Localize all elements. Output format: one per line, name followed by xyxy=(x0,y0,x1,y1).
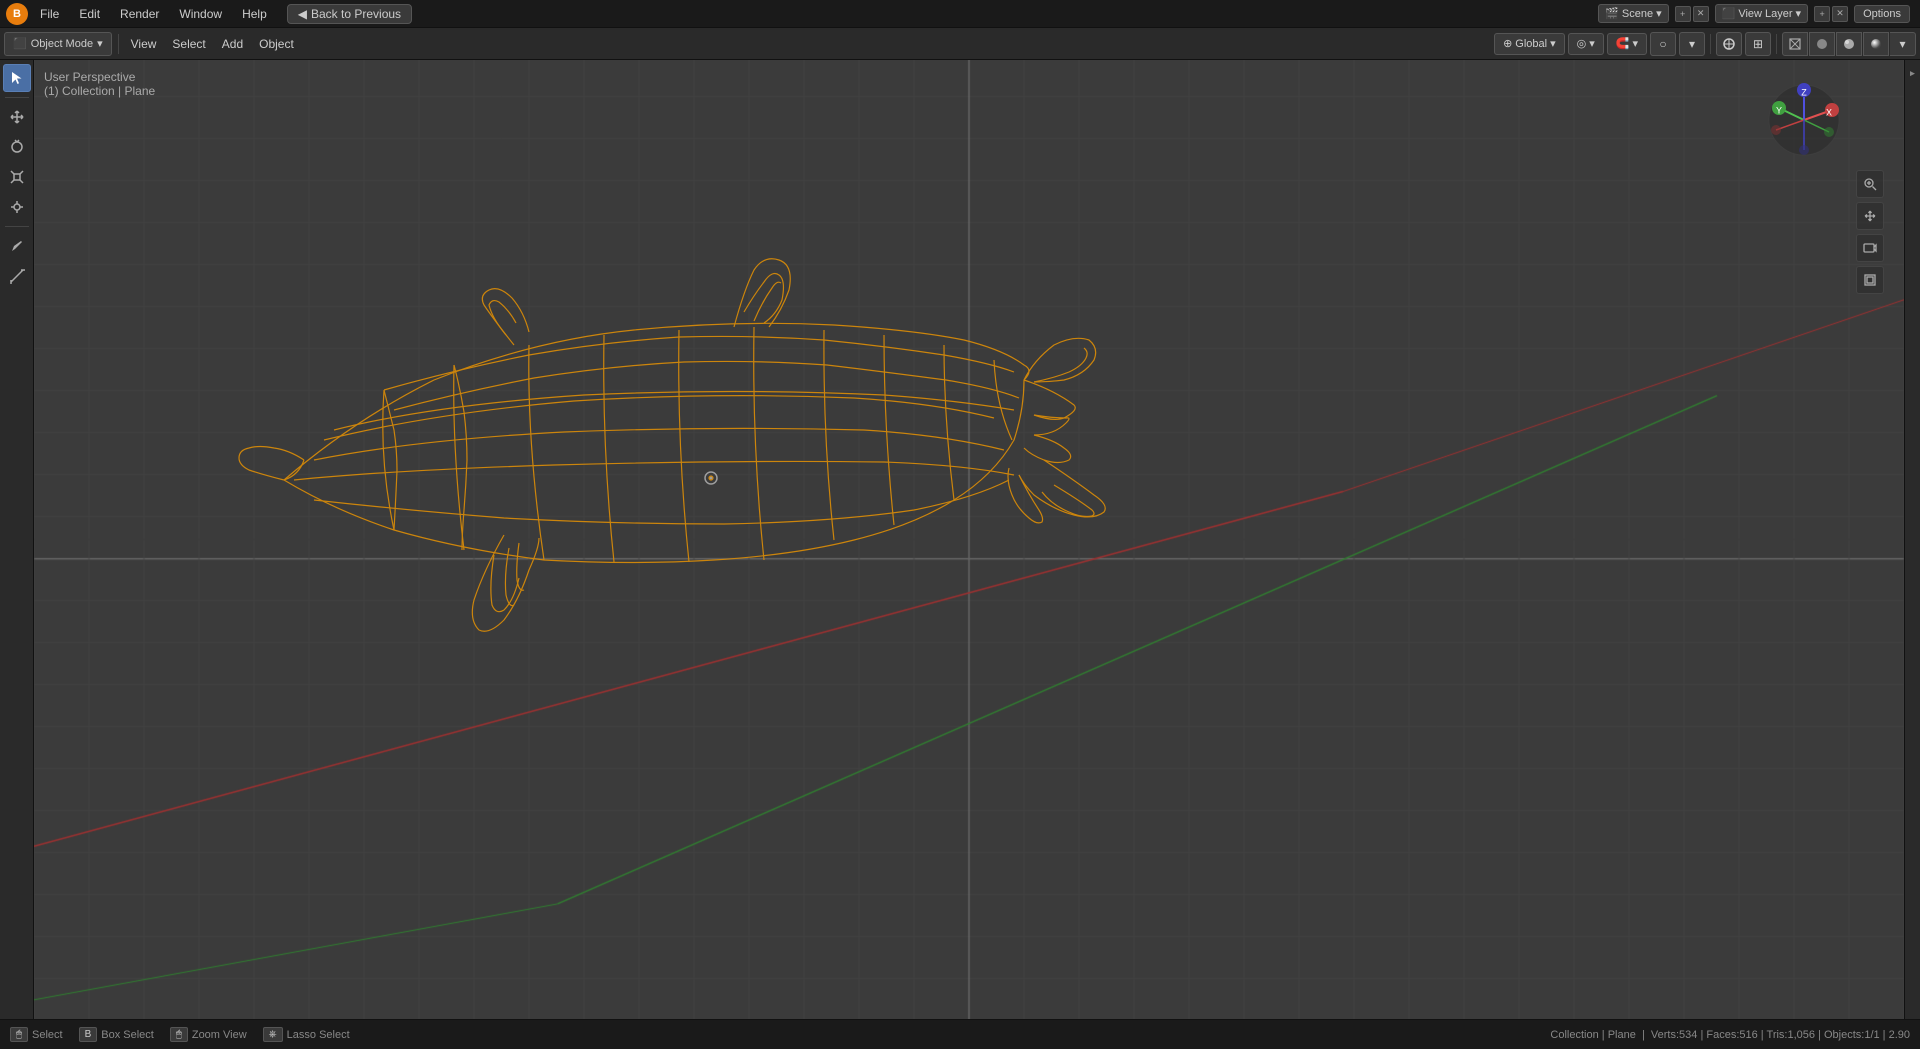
zoom-view-status: 🖱 Zoom View xyxy=(170,1027,247,1042)
header-bar: ⬛ Object Mode ▾ View Select Add Object ⊕… xyxy=(0,28,1920,60)
header-view-btn[interactable]: View xyxy=(125,32,163,56)
header-add-btn[interactable]: Add xyxy=(216,32,249,56)
back-icon: ◀ xyxy=(298,7,307,21)
zoom-view-key-icon: 🖱 xyxy=(170,1027,188,1042)
header-sep-2 xyxy=(1710,34,1711,54)
orientation-chevron-icon: ▾ xyxy=(1550,37,1556,50)
zoom-view-label: Zoom View xyxy=(192,1029,247,1041)
header-select-btn[interactable]: Select xyxy=(166,32,211,56)
proportional-chevron-btn[interactable]: ▾ xyxy=(1679,32,1705,56)
shading-material-btn[interactable] xyxy=(1836,32,1862,56)
pivot-selector[interactable]: ◎ ▾ xyxy=(1568,33,1604,55)
proportional-editing-btn[interactable]: ○ xyxy=(1650,32,1676,56)
select-label: Select xyxy=(32,1029,63,1041)
shading-solid-btn[interactable] xyxy=(1809,32,1835,56)
menu-edit[interactable]: Edit xyxy=(71,5,108,23)
box-select-status: B Box Select xyxy=(79,1027,154,1042)
view-layer-icon: ⬛ xyxy=(1722,7,1736,20)
scene-icon: 🎬 xyxy=(1605,7,1619,20)
viewport-overlays-btn[interactable] xyxy=(1716,32,1742,56)
orientation-label: Global xyxy=(1515,38,1547,50)
snap-icon: 🧲 xyxy=(1616,37,1630,50)
right-sidebar-toggle[interactable]: ◂ xyxy=(1904,60,1920,1019)
tool-measure[interactable] xyxy=(3,262,31,290)
pivot-chevron-icon: ▾ xyxy=(1589,37,1595,50)
toolbar-sep-1 xyxy=(5,97,29,98)
header-right: ⊕ Global ▾ ◎ ▾ 🧲 ▾ ○ ▾ ⊞ xyxy=(1494,32,1916,56)
tool-rotate[interactable] xyxy=(3,133,31,161)
mode-icon: ⬛ xyxy=(13,37,27,50)
shading-group: ▾ xyxy=(1782,32,1916,56)
header-sep-3 xyxy=(1776,34,1777,54)
scene-selector[interactable]: 🎬 Scene ▾ xyxy=(1598,4,1668,23)
mode-selector[interactable]: ⬛ Object Mode ▾ xyxy=(4,32,112,56)
whale-wireframe-svg xyxy=(234,140,1134,690)
viewport-gizmos-btn[interactable]: ⊞ xyxy=(1745,32,1771,56)
back-to-previous-label: Back to Previous xyxy=(311,7,401,21)
blender-logo[interactable]: B xyxy=(6,3,28,25)
top-bar-left: B File Edit Render Window Help ◀ Back to… xyxy=(0,3,418,25)
menu-help[interactable]: Help xyxy=(234,5,275,23)
menu-file[interactable]: File xyxy=(32,5,67,23)
select-key-icon: 🖱 xyxy=(10,1027,28,1042)
select-status: 🖱 Select xyxy=(10,1027,63,1042)
left-toolbar xyxy=(0,60,34,1019)
sidebar-toggle-arrow[interactable]: ◂ xyxy=(1907,68,1918,79)
shading-options-btn[interactable]: ▾ xyxy=(1890,32,1916,56)
mode-chevron-icon: ▾ xyxy=(97,37,103,50)
lasso-select-label: Lasso Select xyxy=(287,1029,350,1041)
viewport-3d[interactable]: User Perspective (1) Collection | Plane … xyxy=(34,60,1904,1019)
snap-toggle[interactable]: 🧲 ▾ xyxy=(1607,33,1647,55)
back-to-previous-button[interactable]: ◀ Back to Previous xyxy=(287,4,412,24)
toolbar-sep-2 xyxy=(5,226,29,227)
scene-name: Scene xyxy=(1622,8,1653,20)
mesh-stats: Verts:534 | Faces:516 | Tris:1,056 | Obj… xyxy=(1651,1029,1910,1041)
view-layer-name: View Layer xyxy=(1738,8,1792,20)
view-layer-close-btn[interactable]: ✕ xyxy=(1832,6,1848,22)
scene-close-btn[interactable]: ✕ xyxy=(1693,6,1709,22)
tool-transform[interactable] xyxy=(3,193,31,221)
status-bar: 🖱 Select B Box Select 🖱 Zoom View ⎈ Lass… xyxy=(0,1019,1920,1049)
box-select-key-icon: B xyxy=(79,1027,98,1042)
shading-wireframe-btn[interactable] xyxy=(1782,32,1808,56)
menu-render[interactable]: Render xyxy=(112,5,167,23)
orientation-icon: ⊕ xyxy=(1503,37,1512,50)
box-select-label: Box Select xyxy=(101,1029,154,1041)
top-bar-right: 🎬 Scene ▾ + ✕ ⬛ View Layer ▾ + ✕ Options xyxy=(1588,4,1920,23)
shading-rendered-btn[interactable] xyxy=(1863,32,1889,56)
stats-display: Collection | Plane | Verts:534 | Faces:5… xyxy=(1550,1029,1910,1041)
menu-window[interactable]: Window xyxy=(171,5,230,23)
view-layer-selector[interactable]: ⬛ View Layer ▾ xyxy=(1715,4,1808,23)
tool-scale[interactable] xyxy=(3,163,31,191)
view-layer-win-btns: + ✕ xyxy=(1814,6,1848,22)
top-bar: B File Edit Render Window Help ◀ Back to… xyxy=(0,0,1920,28)
options-button[interactable]: Options xyxy=(1854,5,1910,23)
tool-cursor[interactable] xyxy=(3,64,31,92)
scene-win-btns: + ✕ xyxy=(1675,6,1709,22)
mode-label: Object Mode xyxy=(31,38,93,50)
view-layer-new-btn[interactable]: + xyxy=(1814,6,1830,22)
view-layer-chevron-icon: ▾ xyxy=(1796,7,1802,20)
scene-chevron-icon: ▾ xyxy=(1656,7,1662,20)
transform-orientation-selector[interactable]: ⊕ Global ▾ xyxy=(1494,33,1565,55)
pivot-icon: ◎ xyxy=(1577,37,1587,50)
tool-annotate[interactable] xyxy=(3,232,31,260)
lasso-select-key-icon: ⎈ xyxy=(263,1027,283,1042)
snap-chevron-icon: ▾ xyxy=(1632,37,1638,50)
lasso-select-status: ⎈ Lasso Select xyxy=(263,1027,350,1042)
collection-stats: Collection | Plane xyxy=(1550,1029,1635,1041)
proportional-icon: ○ xyxy=(1659,37,1666,51)
header-object-btn[interactable]: Object xyxy=(253,32,300,56)
gizmos-icon: ⊞ xyxy=(1753,37,1763,51)
tool-move[interactable] xyxy=(3,103,31,131)
scene-new-btn[interactable]: + xyxy=(1675,6,1691,22)
header-sep-1 xyxy=(118,34,119,54)
whale-model xyxy=(34,60,1904,1019)
